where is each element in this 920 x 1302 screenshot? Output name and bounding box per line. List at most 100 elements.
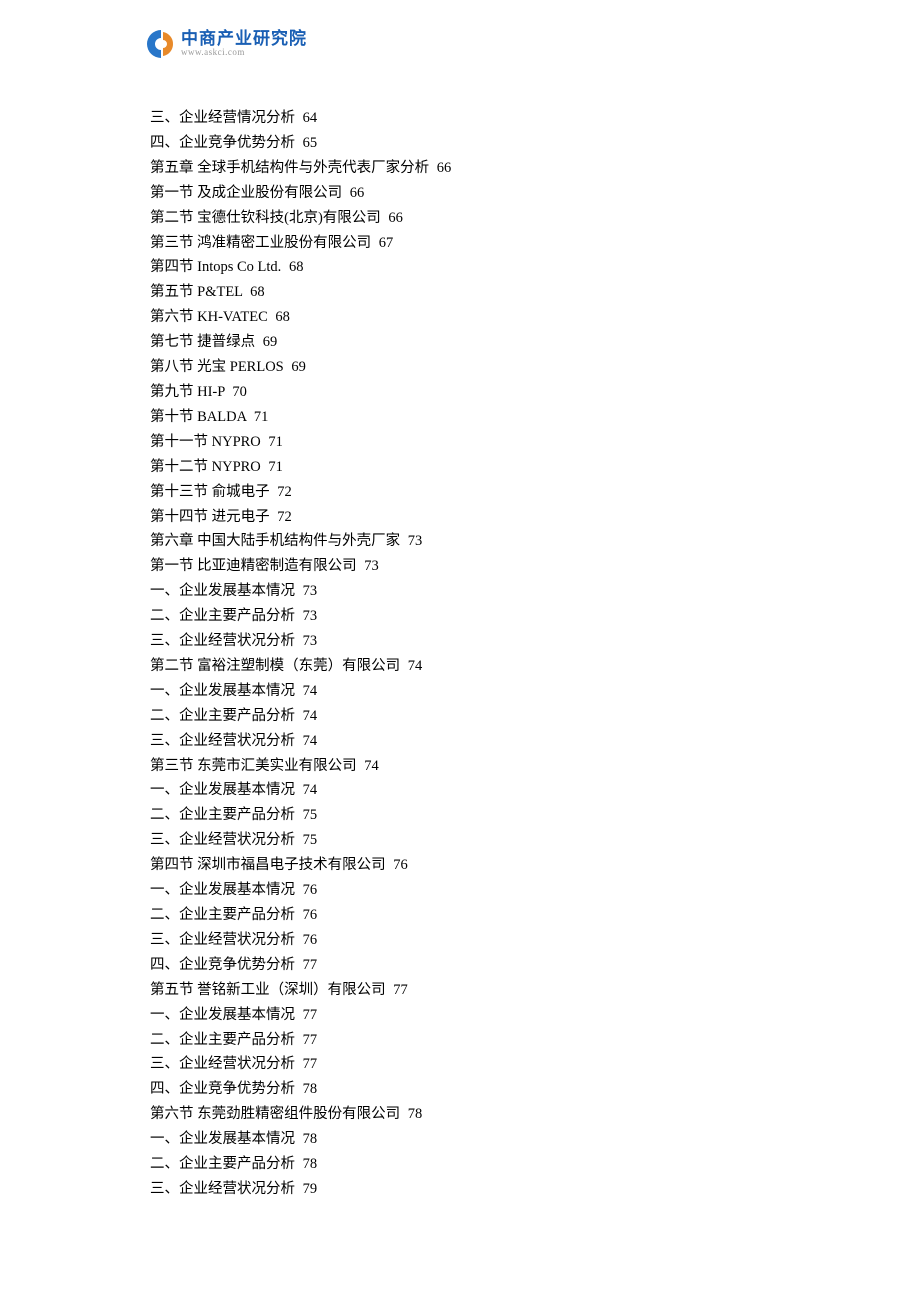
toc-line: 二、企业主要产品分析 75 <box>150 803 770 828</box>
toc-line: 第二节 富裕注塑制模（东莞）有限公司 74 <box>150 654 770 679</box>
toc-page: 78 <box>303 1156 318 1172</box>
toc-page: 77 <box>393 982 408 998</box>
toc-title: 三、企业经营状况分析 <box>150 1056 295 1072</box>
toc-title: 二、企业主要产品分析 <box>150 807 295 823</box>
toc-line: 第一节 比亚迪精密制造有限公司 73 <box>150 554 770 579</box>
toc-title: 第七节 捷普绿点 <box>150 334 255 350</box>
toc-title: 第六节 东莞劲胜精密组件股份有限公司 <box>150 1106 400 1122</box>
toc-page: 76 <box>303 907 318 923</box>
toc-line: 第八节 光宝 PERLOS 69 <box>150 355 770 380</box>
toc-page: 74 <box>364 758 379 774</box>
toc-title: 第四节 Intops Co Ltd. <box>150 259 281 275</box>
toc-title: 一、企业发展基本情况 <box>150 782 295 798</box>
toc-page: 66 <box>437 160 452 176</box>
toc-line: 一、企业发展基本情况 76 <box>150 878 770 903</box>
toc-line: 第十三节 俞城电子 72 <box>150 480 770 505</box>
toc-line: 一、企业发展基本情况 73 <box>150 579 770 604</box>
toc-title: 第三节 东莞市汇美实业有限公司 <box>150 758 357 774</box>
toc-page: 67 <box>379 235 394 251</box>
toc-title: 第五节 誉铭新工业（深圳）有限公司 <box>150 982 386 998</box>
toc-line: 第三节 鸿准精密工业股份有限公司 67 <box>150 231 770 256</box>
toc-line: 一、企业发展基本情况 78 <box>150 1127 770 1152</box>
toc-line: 第五章 全球手机结构件与外壳代表厂家分析 66 <box>150 156 770 181</box>
toc-title: 二、企业主要产品分析 <box>150 907 295 923</box>
toc-page: 70 <box>232 384 247 400</box>
toc-page: 69 <box>291 359 306 375</box>
toc-content: 三、企业经营情况分析 64四、企业竞争优势分析 65第五章 全球手机结构件与外壳… <box>150 106 770 1202</box>
toc-page: 74 <box>303 733 318 749</box>
toc-title: 三、企业经营状况分析 <box>150 633 295 649</box>
toc-line: 一、企业发展基本情况 74 <box>150 778 770 803</box>
toc-title: 第十三节 俞城电子 <box>150 484 270 500</box>
toc-title: 三、企业经营状况分析 <box>150 1181 295 1197</box>
toc-page: 76 <box>303 882 318 898</box>
toc-title: 第五节 P&TEL <box>150 284 243 300</box>
toc-page: 79 <box>303 1181 318 1197</box>
toc-title: 三、企业经营情况分析 <box>150 110 295 126</box>
toc-line: 第六节 东莞劲胜精密组件股份有限公司 78 <box>150 1102 770 1127</box>
toc-page: 74 <box>303 782 318 798</box>
toc-title: 一、企业发展基本情况 <box>150 1131 295 1147</box>
toc-page: 75 <box>303 832 318 848</box>
toc-page: 71 <box>254 409 269 425</box>
toc-page: 72 <box>277 484 292 500</box>
toc-line: 第十二节 NYPRO 71 <box>150 455 770 480</box>
toc-line: 四、企业竞争优势分析 77 <box>150 953 770 978</box>
toc-line: 四、企业竞争优势分析 78 <box>150 1077 770 1102</box>
toc-title: 第四节 深圳市福昌电子技术有限公司 <box>150 857 386 873</box>
logo-text-block: 中商产业研究院 www.askci.com <box>181 30 307 58</box>
toc-line: 第十一节 NYPRO 71 <box>150 430 770 455</box>
toc-line: 第五节 誉铭新工业（深圳）有限公司 77 <box>150 978 770 1003</box>
toc-page: 73 <box>408 533 423 549</box>
toc-title: 第二节 富裕注塑制模（东莞）有限公司 <box>150 658 400 674</box>
toc-title: 三、企业经营状况分析 <box>150 932 295 948</box>
toc-page: 66 <box>350 185 365 201</box>
logo-icon <box>145 28 177 60</box>
toc-title: 第五章 全球手机结构件与外壳代表厂家分析 <box>150 160 429 176</box>
toc-line: 三、企业经营情况分析 64 <box>150 106 770 131</box>
toc-line: 三、企业经营状况分析 76 <box>150 928 770 953</box>
toc-page: 73 <box>303 608 318 624</box>
toc-title: 二、企业主要产品分析 <box>150 608 295 624</box>
toc-page: 66 <box>388 210 403 226</box>
toc-title: 第三节 鸿准精密工业股份有限公司 <box>150 235 371 251</box>
toc-page: 76 <box>303 932 318 948</box>
toc-title: 第十一节 NYPRO <box>150 434 261 450</box>
logo-text-cn: 中商产业研究院 <box>181 30 307 47</box>
toc-page: 74 <box>303 708 318 724</box>
toc-line: 二、企业主要产品分析 77 <box>150 1028 770 1053</box>
toc-title: 三、企业经营状况分析 <box>150 733 295 749</box>
toc-title: 第一节 比亚迪精密制造有限公司 <box>150 558 357 574</box>
toc-title: 第八节 光宝 PERLOS <box>150 359 284 375</box>
toc-title: 第一节 及成企业股份有限公司 <box>150 185 342 201</box>
toc-line: 第六节 KH-VATEC 68 <box>150 305 770 330</box>
toc-line: 二、企业主要产品分析 74 <box>150 704 770 729</box>
toc-line: 第三节 东莞市汇美实业有限公司 74 <box>150 754 770 779</box>
toc-title: 第十四节 进元电子 <box>150 509 270 525</box>
toc-title: 第十二节 NYPRO <box>150 459 261 475</box>
toc-line: 一、企业发展基本情况 77 <box>150 1003 770 1028</box>
toc-page: 68 <box>289 259 304 275</box>
toc-line: 一、企业发展基本情况 74 <box>150 679 770 704</box>
toc-page: 73 <box>303 633 318 649</box>
toc-line: 四、企业竞争优势分析 65 <box>150 131 770 156</box>
toc-line: 第二节 宝德仕钦科技(北京)有限公司 66 <box>150 206 770 231</box>
toc-page: 77 <box>303 957 318 973</box>
toc-line: 三、企业经营状况分析 73 <box>150 629 770 654</box>
toc-line: 第十四节 进元电子 72 <box>150 505 770 530</box>
toc-page: 77 <box>303 1056 318 1072</box>
toc-title: 一、企业发展基本情况 <box>150 583 295 599</box>
toc-page: 77 <box>303 1007 318 1023</box>
toc-page: 72 <box>277 509 292 525</box>
toc-page: 77 <box>303 1032 318 1048</box>
toc-title: 第九节 HI-P <box>150 384 225 400</box>
toc-title: 四、企业竞争优势分析 <box>150 1081 295 1097</box>
toc-line: 第四节 深圳市福昌电子技术有限公司 76 <box>150 853 770 878</box>
toc-page: 73 <box>303 583 318 599</box>
toc-title: 第六章 中国大陆手机结构件与外壳厂家 <box>150 533 400 549</box>
toc-page: 68 <box>250 284 265 300</box>
toc-line: 三、企业经营状况分析 79 <box>150 1177 770 1202</box>
toc-page: 65 <box>303 135 318 151</box>
toc-title: 一、企业发展基本情况 <box>150 683 295 699</box>
logo-text-en: www.askci.com <box>181 47 307 58</box>
